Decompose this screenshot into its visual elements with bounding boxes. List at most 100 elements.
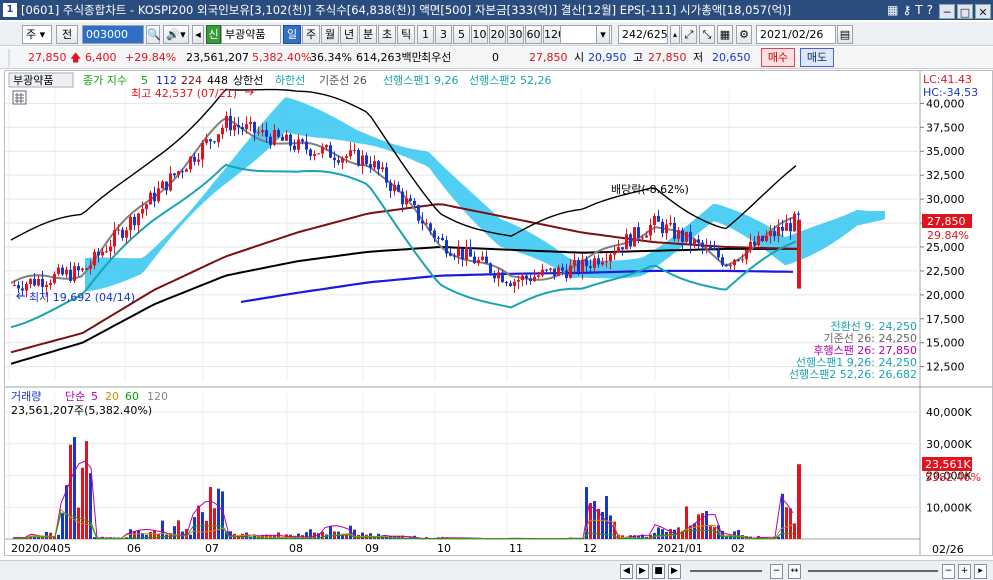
key-icon[interactable]: ⚷: [902, 3, 911, 17]
interval-button-20[interactable]: 20: [489, 25, 506, 44]
candle-body: [549, 268, 552, 270]
candle-body: [669, 222, 672, 225]
last-candle: [797, 219, 801, 289]
zoom-plus-button[interactable]: +: [958, 564, 971, 579]
minimize-button[interactable]: ─: [939, 4, 955, 19]
sell-button[interactable]: 매도: [800, 48, 834, 67]
interval-button-60[interactable]: 60: [525, 25, 542, 44]
candle-body: [501, 272, 504, 283]
chart-area[interactable]: 40,00037,50035,00032,50030,00027,50025,0…: [4, 70, 993, 556]
buy-button[interactable]: 매수: [761, 48, 795, 67]
font-icon[interactable]: T: [915, 3, 922, 17]
range-slider[interactable]: [808, 570, 938, 572]
gear-icon[interactable]: ⚙: [736, 25, 752, 44]
search-icon[interactable]: 🔍: [146, 25, 161, 44]
candle-body: [205, 139, 208, 143]
prev-button[interactable]: 전: [56, 25, 78, 44]
candle-body: [125, 230, 128, 238]
period-button-4[interactable]: 분: [359, 25, 377, 44]
help-icon[interactable]: ?: [927, 3, 933, 17]
volume-bar: [693, 523, 696, 539]
page-count: 242/625: [618, 25, 668, 44]
x-tick-label: 10: [437, 542, 451, 555]
window-title-bar: 1 [0601] 주식종합차트 - KOSPI200 외국인보유[3,102(천)…: [0, 0, 993, 20]
volume-bar: [193, 517, 196, 539]
volume-bar: [205, 520, 208, 539]
candle-body: [225, 115, 228, 128]
market-select[interactable]: 주 ▾: [22, 25, 52, 44]
candle-body: [45, 284, 48, 287]
candle-body: [493, 272, 496, 279]
period-button-3[interactable]: 년: [340, 25, 358, 44]
menu-button[interactable]: ▸: [974, 564, 987, 579]
candle-body: [521, 275, 524, 280]
candle-body: [553, 268, 556, 276]
legend-span2: 선행스팬2 52,26: [469, 74, 551, 87]
volume-ma-120: 120: [147, 390, 168, 403]
volume-bar: [657, 527, 660, 539]
last-volume-bar: [797, 464, 801, 539]
price-tick-label: 37,500: [926, 121, 965, 134]
high-annotation: 최고 42,537 (07/21): [131, 87, 237, 100]
candle-body: [37, 278, 40, 286]
zoom-fit-button[interactable]: ↔: [788, 564, 801, 579]
interval-button-3[interactable]: 3: [435, 25, 452, 44]
interval-button-1[interactable]: 1: [417, 25, 434, 44]
price-tick-label: 30,000: [926, 193, 965, 206]
prev-stock-button[interactable]: ◂: [192, 25, 204, 44]
legend-lc: LC:41.43: [923, 73, 972, 86]
candle-body: [593, 258, 596, 268]
candle-body: [677, 230, 680, 239]
interval-button-10[interactable]: 10: [471, 25, 488, 44]
grid-icon[interactable]: ▦: [887, 3, 898, 17]
candle-body: [441, 237, 444, 241]
candle-body: [469, 247, 472, 257]
interval-button-30[interactable]: 30: [507, 25, 524, 44]
zoom-in-icon[interactable]: ⤢: [681, 25, 697, 44]
candle-body: [753, 241, 756, 246]
zoom-out-icon[interactable]: ⤡: [699, 25, 715, 44]
candle-body: [709, 246, 712, 250]
date-input[interactable]: 2021/02/26: [756, 25, 836, 44]
page-up-button[interactable]: ▴: [670, 25, 680, 44]
scroll-left-button[interactable]: ◀: [620, 564, 633, 579]
volume-ma-60: 60: [125, 390, 139, 403]
maximize-button[interactable]: □: [957, 4, 973, 19]
candle-body: [165, 181, 168, 191]
candle-body: [393, 184, 396, 191]
candle-body: [69, 269, 72, 281]
candle-body: [97, 251, 100, 256]
period-button-6[interactable]: 틱: [397, 25, 415, 44]
scroll-right-button[interactable]: ▶: [668, 564, 681, 579]
play-button[interactable]: ▶: [636, 564, 649, 579]
period-button-1[interactable]: 주: [302, 25, 320, 44]
zoom-out-button[interactable]: −: [770, 564, 783, 579]
volume-bar: [61, 512, 64, 539]
scroll-bar[interactable]: ◀ ▶ ■ ▶ − ↔ − + ▸: [0, 560, 993, 580]
table-icon[interactable]: ▦: [717, 25, 733, 44]
volume-bars: [13, 437, 801, 539]
dropdown-icon[interactable]: ▾: [596, 25, 610, 44]
candle-body: [309, 149, 312, 157]
volume-bar: [77, 507, 80, 539]
volume-tick-label: 40,000K: [926, 406, 972, 419]
candle-body: [793, 213, 796, 232]
candle-body: [445, 240, 448, 254]
zoom-in-button[interactable]: −: [942, 564, 955, 579]
period-button-2[interactable]: 월: [321, 25, 339, 44]
candle-body: [33, 278, 36, 286]
zoom-slider[interactable]: [690, 570, 762, 572]
period-button-5[interactable]: 초: [378, 25, 396, 44]
interval-button-5[interactable]: 5: [453, 25, 470, 44]
stock-chart[interactable]: 40,00037,50035,00032,50030,00027,50025,0…: [5, 71, 992, 556]
calendar-icon[interactable]: ▤: [837, 25, 853, 44]
speaker-icon[interactable]: 🔊▾: [163, 25, 189, 44]
close-button[interactable]: ✕: [975, 4, 991, 19]
volume-tick-label: 30,000K: [926, 438, 972, 451]
stop-button[interactable]: ■: [652, 564, 665, 579]
period-button-0[interactable]: 일: [283, 25, 301, 44]
candle-body: [149, 192, 152, 205]
stock-code-input[interactable]: 003000: [82, 25, 144, 44]
candle-body: [505, 282, 508, 284]
candle-body: [305, 141, 308, 150]
